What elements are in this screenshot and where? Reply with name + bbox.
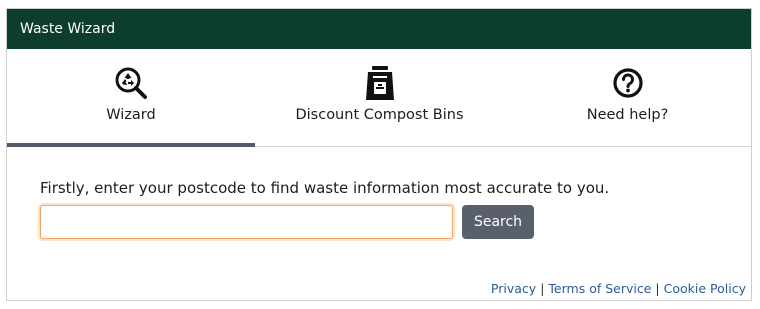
- question-circle-icon: [610, 65, 646, 101]
- tab-bar: Wizard Discount Compost Bins Need help?: [7, 49, 751, 147]
- terms-of-service-link[interactable]: Terms of Service: [548, 281, 651, 296]
- waste-wizard-widget: Waste Wizard Wizard Discount Compost Bin…: [6, 8, 752, 301]
- tab-need-help-label: Need help?: [586, 107, 669, 123]
- footer-separator: |: [655, 281, 660, 296]
- tab-wizard-label: Wizard: [106, 107, 156, 123]
- postcode-prompt: Firstly, enter your postcode to find was…: [40, 179, 610, 197]
- footer-separator: |: [540, 281, 545, 296]
- postcode-input[interactable]: [40, 205, 453, 239]
- app-title: Waste Wizard: [20, 21, 116, 37]
- tab-discount-compost-bins-label: Discount Compost Bins: [295, 107, 464, 123]
- postcode-search-row: Search: [40, 205, 751, 239]
- cookie-policy-link[interactable]: Cookie Policy: [664, 281, 746, 296]
- footer-links: Privacy | Terms of Service | Cookie Policy: [491, 281, 746, 296]
- tab-discount-compost-bins[interactable]: Discount Compost Bins: [255, 49, 504, 146]
- wizard-panel: Firstly, enter your postcode to find was…: [7, 147, 751, 239]
- tab-wizard[interactable]: Wizard: [7, 49, 255, 147]
- compost-bin-icon: [362, 65, 398, 101]
- recycle-search-icon: [113, 65, 149, 101]
- header-bar: Waste Wizard: [7, 9, 751, 49]
- privacy-link[interactable]: Privacy: [491, 281, 536, 296]
- search-button[interactable]: Search: [462, 205, 534, 239]
- tab-need-help[interactable]: Need help?: [504, 49, 751, 146]
